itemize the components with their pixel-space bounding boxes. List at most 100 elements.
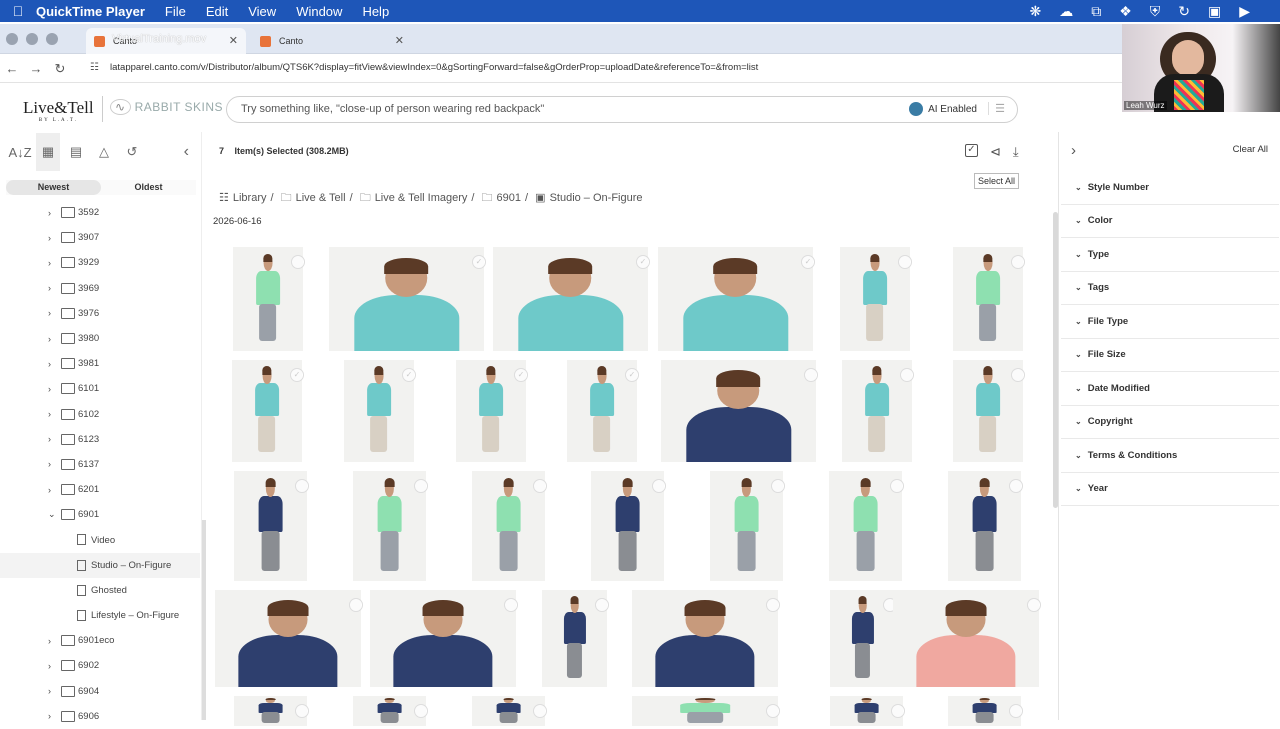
select-circle-icon[interactable]: [771, 479, 785, 493]
chevron-right-icon[interactable]: ›: [48, 485, 51, 495]
chevron-right-icon[interactable]: ›: [48, 258, 51, 268]
shield-icon[interactable]: ⛨: [1150, 3, 1161, 20]
breadcrumb-imagery[interactable]: Live & Tell Imagery: [375, 192, 468, 204]
select-circle-icon[interactable]: [766, 598, 780, 612]
selected-check-icon[interactable]: ✓: [290, 368, 304, 382]
brightness-icon[interactable]: ❋: [1029, 3, 1041, 20]
calendar-icon[interactable]: ▦: [36, 133, 60, 171]
live-and-tell-logo[interactable]: Live&Tell BY L.A.T.: [23, 98, 94, 123]
select-circle-icon[interactable]: [1009, 479, 1023, 493]
forward-icon[interactable]: →: [24, 61, 48, 76]
collapse-sidebar-icon[interactable]: ‹: [184, 143, 189, 161]
asset-thumbnail[interactable]: [893, 590, 1039, 687]
folder-item[interactable]: › 6123: [0, 427, 200, 452]
filter-row[interactable]: ⌄ Year: [1061, 473, 1279, 506]
select-circle-icon[interactable]: [804, 368, 818, 382]
share-icon[interactable]: ⊲: [990, 144, 1001, 160]
asset-thumbnail[interactable]: [493, 247, 648, 351]
chevron-right-icon[interactable]: ›: [48, 283, 51, 293]
menu-edit[interactable]: Edit: [206, 4, 228, 19]
album-item[interactable]: Lifestyle – On-Figure: [0, 603, 200, 628]
add-window-icon[interactable]: ⧉: [1091, 3, 1101, 20]
folder-item[interactable]: › 6901eco: [0, 628, 200, 653]
chevron-right-icon[interactable]: ›: [48, 384, 51, 394]
sort-oldest-tab[interactable]: Oldest: [101, 180, 196, 195]
select-circle-icon[interactable]: [414, 479, 428, 493]
shapes-icon[interactable]: △: [92, 133, 116, 171]
sidebar-scrollbar[interactable]: [202, 520, 206, 720]
dropbox-icon[interactable]: ❖: [1119, 3, 1132, 20]
folder-item[interactable]: › 6902: [0, 653, 200, 678]
select-all-icon[interactable]: ✓: [965, 144, 978, 157]
apple-icon[interactable]: : [0, 3, 36, 19]
chevron-right-icon[interactable]: ›: [48, 636, 51, 646]
clear-all-link[interactable]: Clear All: [1233, 144, 1268, 155]
select-circle-icon[interactable]: [349, 598, 363, 612]
folder-item[interactable]: › 6906: [0, 704, 200, 729]
filter-row[interactable]: ⌄ Color: [1061, 205, 1279, 238]
folder-item[interactable]: › 3981: [0, 351, 200, 376]
selected-check-icon[interactable]: ✓: [402, 368, 416, 382]
select-circle-icon[interactable]: [533, 479, 547, 493]
select-circle-icon[interactable]: [1011, 255, 1025, 269]
select-circle-icon[interactable]: [295, 704, 309, 718]
zoom-window-button[interactable]: [46, 33, 58, 45]
select-circle-icon[interactable]: [533, 704, 547, 718]
folder-item[interactable]: › 3592: [0, 200, 200, 225]
album-item[interactable]: Ghosted: [0, 578, 200, 603]
url-field[interactable]: latapparel.canto.com/v/Distributor/album…: [110, 62, 758, 73]
select-circle-icon[interactable]: [1011, 368, 1025, 382]
select-circle-icon[interactable]: [766, 704, 780, 718]
sort-newest-tab[interactable]: Newest: [6, 180, 101, 195]
select-circle-icon[interactable]: [1027, 598, 1041, 612]
filter-row[interactable]: ⌄ Date Modified: [1061, 372, 1279, 406]
select-circle-icon[interactable]: [595, 598, 609, 612]
selected-check-icon[interactable]: ✓: [801, 255, 815, 269]
filter-row[interactable]: ⌄ Style Number: [1061, 171, 1279, 205]
chevron-right-icon[interactable]: ›: [48, 409, 51, 419]
filter-row[interactable]: ⌄ File Size: [1061, 339, 1279, 372]
sync-icon[interactable]: ↻: [1178, 3, 1190, 20]
close-tab-icon[interactable]: ✕: [229, 34, 238, 47]
browser-tab-canto-2[interactable]: Canto ✕: [252, 28, 412, 54]
menu-help[interactable]: Help: [362, 4, 389, 19]
folder-item[interactable]: › 3929: [0, 250, 200, 275]
menu-file[interactable]: File: [165, 4, 186, 19]
folder-item[interactable]: › 6904: [0, 679, 200, 704]
asset-thumbnail[interactable]: [658, 247, 813, 351]
asset-thumbnail[interactable]: [661, 360, 816, 462]
folder-item[interactable]: › 3980: [0, 326, 200, 351]
select-circle-icon[interactable]: [1009, 704, 1023, 718]
refresh-icon[interactable]: ↺: [120, 133, 144, 171]
asset-thumbnail[interactable]: [370, 590, 516, 687]
chevron-right-icon[interactable]: ›: [48, 208, 51, 218]
filter-settings-icon[interactable]: ☰: [988, 102, 1005, 115]
filter-row[interactable]: ⌄ Terms & Conditions: [1061, 439, 1279, 473]
reload-icon[interactable]: ↻: [48, 61, 72, 77]
select-circle-icon[interactable]: [291, 255, 305, 269]
chevron-right-icon[interactable]: ›: [48, 661, 51, 671]
filter-row[interactable]: ⌄ Tags: [1061, 272, 1279, 305]
site-info-icon[interactable]: ☷: [90, 62, 99, 73]
selected-check-icon[interactable]: ✓: [472, 255, 486, 269]
asset-thumbnail[interactable]: [632, 590, 778, 687]
breadcrumb-library[interactable]: Library: [233, 192, 267, 204]
close-window-button[interactable]: [6, 33, 18, 45]
folder-item[interactable]: › 6102: [0, 402, 200, 427]
search-input[interactable]: Try something like, "close-up of person …: [226, 96, 1018, 123]
folder-item[interactable]: › 3969: [0, 276, 200, 301]
breadcrumb-live-and-tell[interactable]: Live & Tell: [296, 192, 346, 204]
folder-item[interactable]: ⌄ 6901: [0, 502, 200, 527]
filter-row[interactable]: ⌄ Type: [1061, 238, 1279, 272]
selected-check-icon[interactable]: ✓: [625, 368, 639, 382]
menu-window[interactable]: Window: [296, 4, 342, 19]
back-icon[interactable]: ←: [0, 61, 24, 76]
folder-item[interactable]: › 6137: [0, 452, 200, 477]
minimize-window-button[interactable]: [26, 33, 38, 45]
select-circle-icon[interactable]: [891, 704, 905, 718]
ai-enabled-toggle[interactable]: AI Enabled: [909, 102, 977, 116]
asset-thumbnail[interactable]: [329, 247, 484, 351]
image-list-icon[interactable]: ▤: [64, 133, 88, 171]
asset-thumbnail[interactable]: [632, 696, 778, 726]
select-circle-icon[interactable]: [898, 255, 912, 269]
